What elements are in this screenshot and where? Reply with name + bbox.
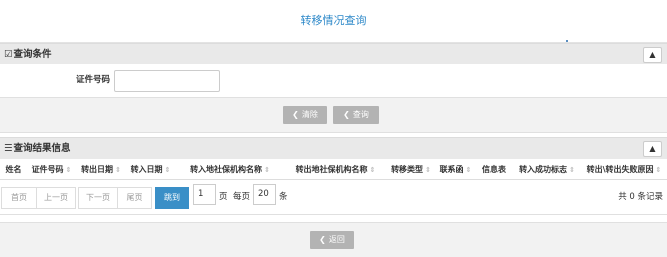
column-header[interactable]: 转出日期 ⇕ (76, 159, 126, 180)
column-header-label: 转入地社保机构名称 (190, 164, 263, 174)
column-header-label: 转出地社保机构名称 (295, 164, 368, 174)
results-table: 姓名 证件号码 ⇕ 转出日期 ⇕ 转入日期 ⇕ 转入地社保机构名称 ⇕ 转出地社保机构名… (0, 159, 667, 180)
column-header[interactable]: 证件号码 ⇕ (27, 159, 76, 180)
id-number-label: 证件号码 (75, 75, 110, 85)
sort-icon: ⇕ (369, 165, 376, 174)
pagination-bar: 首页 上一页 下一页 尾页 跳到 1 页 每页 20 条 共 0 条记录 (0, 180, 667, 215)
per-page-label: 每页 (233, 192, 251, 202)
clear-button[interactable]: ❮ 清除 (283, 106, 327, 124)
collapse-chevron-up-icon[interactable]: ▲ (643, 47, 662, 63)
first-page-button[interactable]: 首页 (1, 187, 37, 209)
results-panel-title: 查询结果信息 (13, 143, 71, 154)
query-panel-header: ☑查询条件 ▲ (0, 43, 667, 66)
column-header[interactable]: 联系函 ⇕ (436, 159, 475, 180)
column-header[interactable]: 转出地社保机构名称 ⇕ (285, 159, 386, 180)
chevron-left-icon: ❮ (292, 110, 299, 119)
column-header-label: 姓名 (5, 164, 22, 174)
sort-icon: ⇕ (655, 165, 662, 174)
footer-bar: ❮ 返回 (0, 222, 667, 257)
next-page-button[interactable]: 下一页 (78, 187, 118, 209)
sort-icon: ⇕ (569, 165, 575, 174)
results-panel-title-wrap: ☰查询结果信息 (4, 138, 71, 159)
column-header[interactable]: 信息表 (475, 159, 513, 180)
column-header-label: 信息表 (482, 164, 506, 174)
query-panel-title: 查询条件 (13, 49, 52, 60)
list-icon: ☰ (4, 143, 13, 154)
sort-icon: ⇕ (465, 165, 472, 174)
page-title: 转移情况查询 (300, 14, 367, 27)
page-title-bar: 转移情况查询 (0, 0, 667, 43)
per-page-input[interactable]: 20 (253, 184, 276, 205)
column-header[interactable]: 转入成功标志 ⇕ (513, 159, 581, 180)
column-header[interactable]: 姓名 (0, 159, 27, 180)
edit-icon: ☑ (4, 49, 13, 60)
chevron-left-icon: ❮ (319, 235, 326, 244)
column-header[interactable]: 转入日期 ⇕ (126, 159, 175, 180)
last-page-button[interactable]: 尾页 (117, 187, 152, 209)
column-header-label: 转移类型 (391, 164, 424, 174)
clear-button-label: 清除 (301, 110, 318, 119)
search-button[interactable]: ❮ 查询 (333, 106, 379, 124)
sort-icon: ⇕ (425, 165, 431, 174)
column-header-label: 转入日期 (130, 164, 163, 174)
sort-icon: ⇕ (115, 165, 121, 174)
decorative-dot (566, 40, 568, 42)
column-header-label: 转入成功标志 (519, 164, 568, 174)
query-panel-title-wrap: ☑查询条件 (4, 44, 52, 65)
collapse-chevron-up-icon[interactable]: ▲ (643, 141, 662, 157)
query-button-bar: ❮ 清除 ❮ 查询 (0, 97, 667, 133)
sort-icon: ⇕ (164, 165, 171, 174)
query-form-row: 证件号码 (0, 64, 667, 96)
column-header-label: 证件号码 (31, 164, 64, 174)
prev-page-button[interactable]: 上一页 (36, 187, 76, 209)
column-header-label: 转出\转出失败原因 (586, 164, 654, 174)
per-page-unit-label: 条 (279, 192, 288, 202)
search-button-label: 查询 (352, 110, 369, 119)
back-button-label: 返回 (328, 235, 345, 244)
page-number-input[interactable]: 1 (193, 184, 216, 205)
sort-icon: ⇕ (264, 165, 270, 174)
go-to-page-button[interactable]: 跳到 (155, 187, 189, 209)
id-number-input[interactable] (114, 70, 220, 92)
column-header-label: 转出日期 (81, 164, 114, 174)
column-header-label: 联系函 (439, 164, 464, 174)
column-header[interactable]: 转入地社保机构名称 ⇕ (175, 159, 285, 180)
table-header-row: 姓名 证件号码 ⇕ 转出日期 ⇕ 转入日期 ⇕ 转入地社保机构名称 ⇕ 转出地社保机构名… (0, 159, 667, 180)
page-unit-label: 页 (219, 192, 228, 202)
chevron-left-icon: ❮ (343, 110, 350, 119)
column-header[interactable]: 转移类型 ⇕ (386, 159, 436, 180)
back-button[interactable]: ❮ 返回 (310, 231, 354, 249)
column-header[interactable]: 转出\转出失败原因 ⇕ (581, 159, 667, 180)
total-records-label: 共 0 条记录 (618, 192, 663, 202)
sort-icon: ⇕ (65, 165, 72, 174)
results-panel-header: ☰查询结果信息 ▲ (0, 137, 667, 160)
